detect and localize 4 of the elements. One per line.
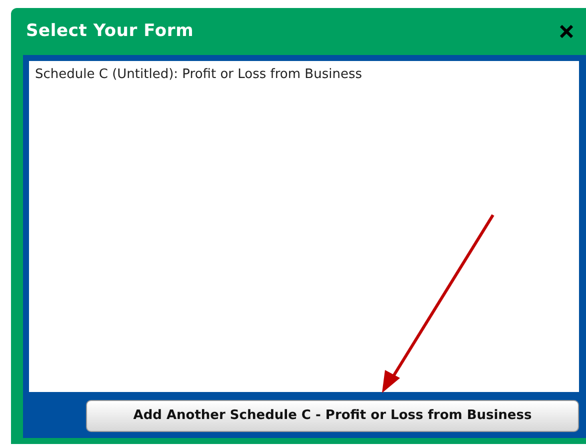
- add-form-button[interactable]: Add Another Schedule C - Profit or Loss from Business: [86, 400, 579, 432]
- close-icon[interactable]: [560, 25, 573, 38]
- form-list-item[interactable]: Schedule C (Untitled): Profit or Loss from Business: [35, 66, 579, 84]
- dialog-title: Select Your Form: [26, 20, 194, 43]
